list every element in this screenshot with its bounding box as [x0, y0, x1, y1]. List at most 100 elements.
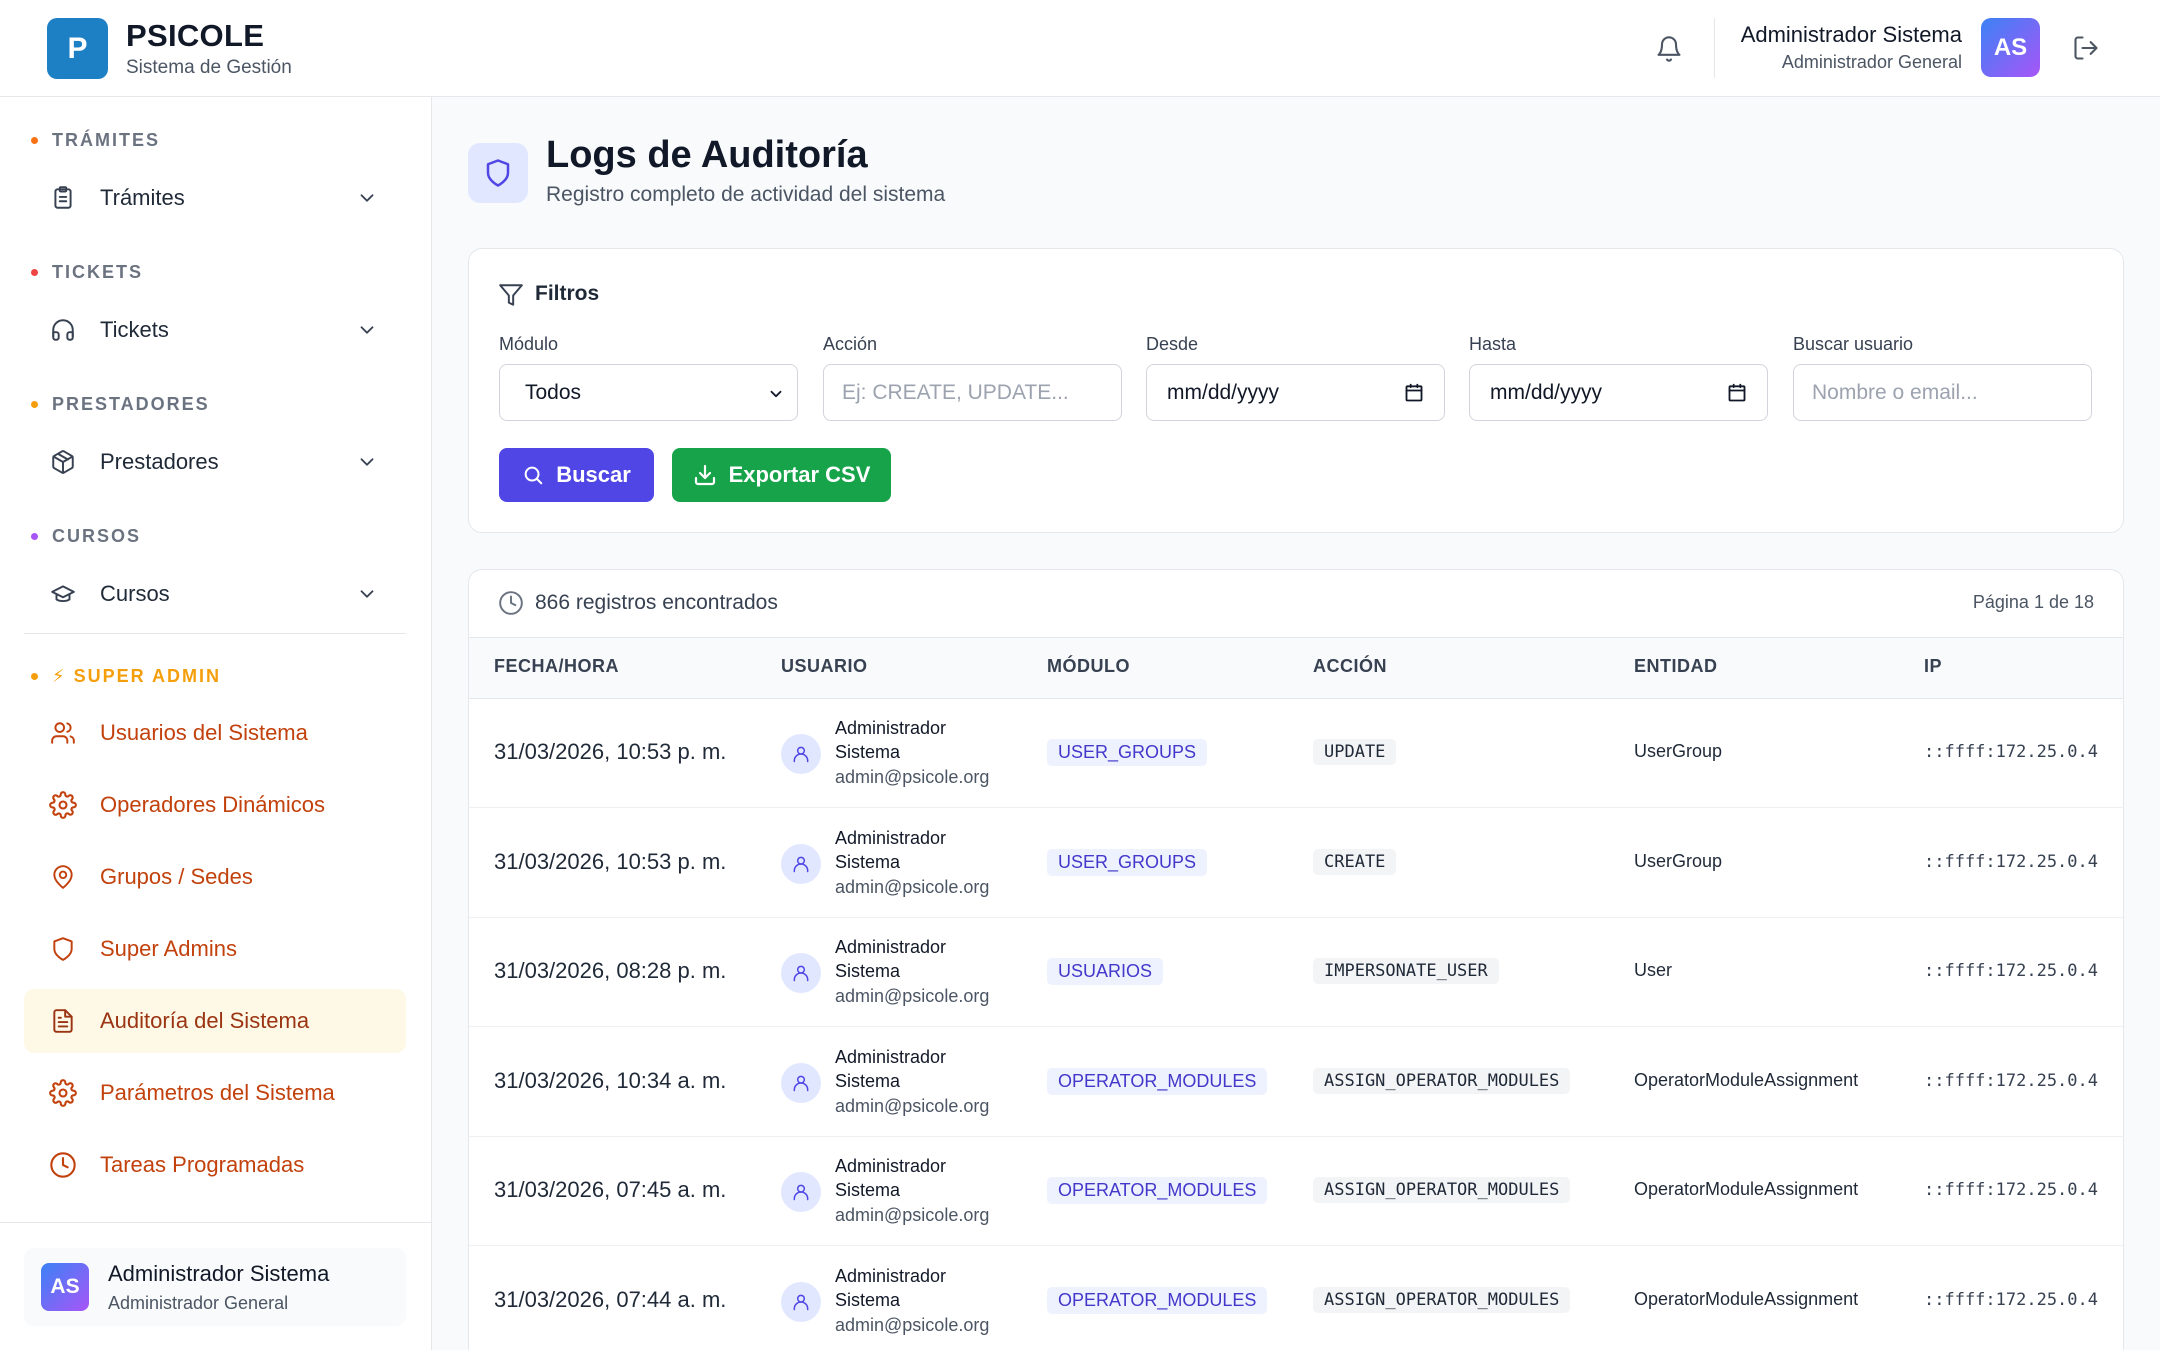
headphones-icon [48, 315, 78, 345]
avatar-initials: AS [50, 1275, 80, 1298]
sidebar-item-prestadores[interactable]: Prestadores [24, 430, 406, 494]
sidebar-item-tareas[interactable]: Tareas Programadas [24, 1133, 406, 1197]
filter-icon [499, 284, 523, 306]
row-user-name: Administrador Sistema [835, 1156, 947, 1200]
shield-icon [48, 934, 78, 964]
row-user-email: admin@psicole.org [835, 1095, 990, 1116]
modulo-select[interactable]: Todos [499, 364, 798, 421]
row-module-badge: USUARIOS [1047, 958, 1164, 985]
row-action-badge: ASSIGN_OPERATOR_MODULES [1313, 1067, 1571, 1094]
brand-name: PSICOLE [126, 18, 265, 53]
row-datetime: 31/03/2026, 07:44 a. m. [494, 1286, 727, 1312]
usuario-search-input[interactable]: Nombre o email... [1793, 364, 2092, 421]
row-user-email: admin@psicole.org [835, 767, 990, 787]
sidebar-item-auditoria[interactable]: Auditoría del Sistema [24, 989, 406, 1053]
sidebar-item-label: Prestadores [100, 449, 219, 474]
desde-date-input[interactable]: mm/dd/yyyy [1146, 364, 1445, 421]
section-dot [31, 137, 38, 144]
row-ip: ::ffff:172.25.0.4 [1924, 851, 2098, 872]
table-row[interactable]: 31/03/2026, 10:53 p. m. Administrador Sis… [469, 699, 2123, 808]
app-logo[interactable]: P [47, 18, 108, 79]
user-icon [781, 1062, 821, 1103]
calendar-icon[interactable] [1404, 383, 1424, 403]
sidebar-item-cursos[interactable]: Cursos [24, 562, 406, 626]
avatar: AS [41, 1263, 89, 1311]
chevron-down-icon [770, 390, 782, 398]
table-row[interactable]: 31/03/2026, 10:53 p. m. Administrador Sis… [469, 809, 2123, 918]
header-divider [1714, 18, 1715, 78]
header-user-role: Administrador General [1781, 52, 1962, 72]
user-icon [781, 953, 821, 993]
section-label-cursos: CURSOS [31, 526, 141, 547]
row-module-badge: USER_GROUPS [1047, 739, 1208, 766]
row-ip: ::ffff:172.25.0.4 [1924, 742, 2098, 762]
row-datetime: 31/03/2026, 08:28 p. m. [494, 958, 727, 983]
sidebar-item-label: Parámetros del Sistema [100, 1080, 335, 1105]
column-header-entidad[interactable]: ENTIDAD [1634, 656, 1718, 677]
sidebar-item-label: Auditoría del Sistema [100, 1008, 310, 1033]
filters-title: Filtros [535, 282, 600, 305]
table-row[interactable]: 31/03/2026, 07:44 a. m. Administrador Sis… [469, 1247, 2123, 1350]
graduation-cap-icon [48, 579, 78, 609]
export-csv-button[interactable]: Exportar CSV [672, 448, 891, 502]
row-ip: ::ffff:172.25.0.4 [1924, 1180, 2098, 1200]
sidebar-item-parametros[interactable]: Parámetros del Sistema [24, 1061, 406, 1125]
table-row[interactable]: 31/03/2026, 07:45 a. m. Administrador Sis… [469, 1137, 2123, 1246]
row-user-name: Administrador Sistema [835, 718, 947, 762]
sidebar-item-label: Tickets [100, 317, 169, 342]
column-header-ip[interactable]: IP [1924, 656, 1942, 677]
section-dot [31, 533, 38, 540]
logout-icon[interactable] [2068, 30, 2104, 66]
section-label-text: PRESTADORES [52, 394, 210, 414]
clipboard-icon [48, 183, 78, 213]
chevron-down-icon [360, 326, 374, 334]
sidebar-item-grupos-sedes[interactable]: Grupos / Sedes [24, 845, 406, 909]
sidebar-item-usuarios-sistema[interactable]: Usuarios del Sistema [24, 701, 406, 765]
row-entity: UserGroup [1634, 741, 1723, 761]
filter-modulo-label: Módulo [499, 334, 559, 354]
section-dot [31, 401, 38, 408]
column-header-fecha[interactable]: FECHA/HORA [494, 656, 619, 677]
calendar-icon[interactable] [1727, 383, 1747, 403]
modulo-selected-value: Todos [525, 380, 582, 404]
header-user-name: Administrador Sistema [1740, 22, 1962, 47]
accion-input[interactable]: Ej: CREATE, UPDATE... [823, 364, 1122, 421]
sidebar-item-tickets[interactable]: Tickets [24, 298, 406, 362]
gear-icon [48, 790, 78, 820]
notifications-bell-icon[interactable] [1652, 32, 1686, 66]
download-icon [694, 464, 715, 486]
row-user-name: Administrador Sistema [835, 827, 947, 872]
sidebar-user-name: Administrador Sistema [108, 1261, 330, 1286]
user-icon [781, 1281, 821, 1322]
row-action-badge: UPDATE [1313, 739, 1397, 765]
search-icon [524, 466, 543, 485]
brand-subtitle: Sistema de Gestión [126, 57, 292, 78]
row-user-email: admin@psicole.org [835, 1314, 990, 1335]
column-header-modulo[interactable]: MÓDULO [1047, 656, 1130, 677]
search-button-label: Buscar [556, 462, 631, 487]
sidebar-item-operadores-dinamicos[interactable]: Operadores Dinámicos [24, 773, 406, 837]
row-entity: UserGroup [1634, 850, 1723, 871]
column-header-accion[interactable]: ACCIÓN [1313, 656, 1387, 677]
search-button[interactable]: Buscar [499, 448, 654, 502]
row-user-name: Administrador Sistema [835, 1265, 947, 1310]
sidebar-user-card[interactable]: AS Administrador Sistema Administrador G… [24, 1248, 406, 1326]
hasta-date-input[interactable]: mm/dd/yyyy [1469, 364, 1768, 421]
sidebar-item-label: Cursos [100, 581, 170, 606]
filter-accion-label: Acción [823, 334, 878, 354]
section-label-tramites: TRÁMITES [31, 130, 160, 151]
users-icon [48, 718, 78, 748]
row-action-badge: ASSIGN_OPERATOR_MODULES [1313, 1177, 1571, 1203]
table-row[interactable]: 31/03/2026, 08:28 p. m. Administrador Sis… [469, 918, 2123, 1027]
sidebar-item-label: Grupos / Sedes [100, 864, 253, 889]
section-dot [31, 269, 38, 276]
row-entity: OperatorModuleAssignment [1634, 1179, 1859, 1199]
sidebar-item-super-admins[interactable]: Super Admins [24, 917, 406, 981]
sidebar: TRÁMITES Trámites TICKETS Tickets PRESTA… [0, 97, 432, 1350]
header-avatar[interactable]: AS [1981, 18, 2040, 77]
table-row[interactable]: 31/03/2026, 10:34 a. m. Administrador Sis… [469, 1028, 2123, 1137]
section-label-tickets: TICKETS [31, 262, 143, 283]
column-header-usuario[interactable]: USUARIO [781, 656, 868, 677]
row-user-email: admin@psicole.org [835, 1205, 990, 1225]
sidebar-item-tramites[interactable]: Trámites [24, 166, 406, 230]
